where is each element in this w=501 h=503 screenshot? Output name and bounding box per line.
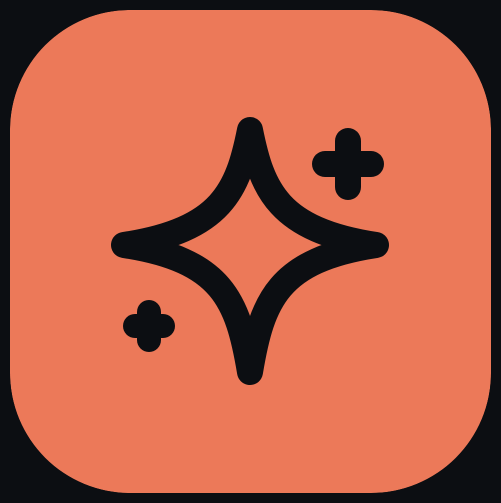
sparkles-icon [10, 10, 491, 493]
tiny-plus-sparkle-icon [123, 300, 175, 352]
icon-background [10, 10, 491, 493]
sparkles-app-icon[interactable] [10, 10, 491, 493]
